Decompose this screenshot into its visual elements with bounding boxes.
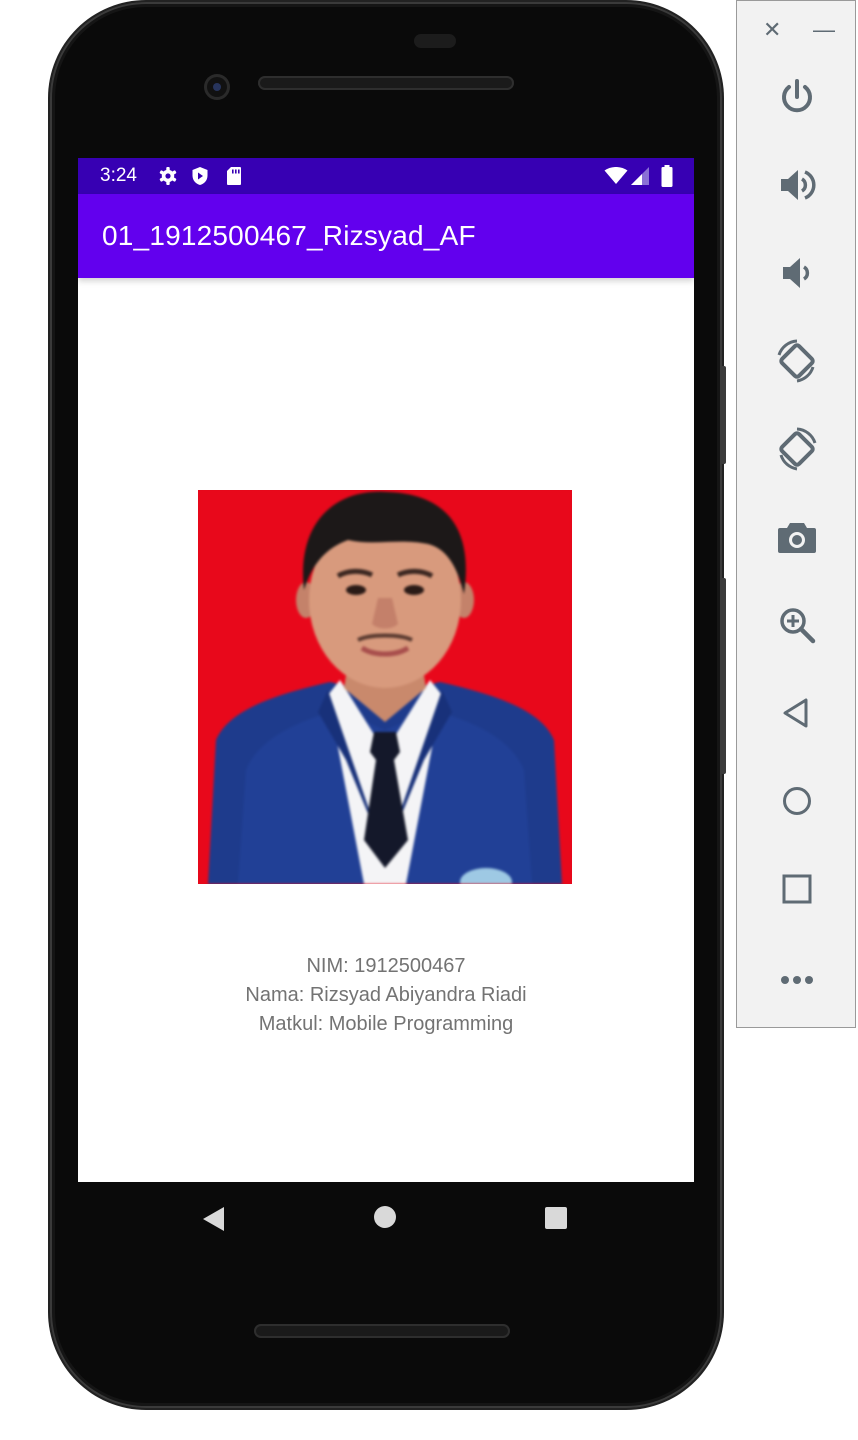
- top-speaker: [258, 76, 514, 90]
- rotate-left-button[interactable]: [773, 337, 821, 385]
- settings-icon: [159, 167, 177, 185]
- device-screen: 3:24 01_1912500467_Rizsyad_AF NIM: 19125…: [78, 158, 694, 1182]
- nim-text: NIM: 1912500467: [306, 955, 466, 977]
- emulator-toolbar: ✕ —: [736, 0, 856, 1028]
- matkul-text: Matkul: Mobile Programming: [258, 1013, 514, 1035]
- nav-recents-button[interactable]: [545, 1207, 567, 1229]
- nav-back-button[interactable]: [202, 1206, 226, 1232]
- screenshot-button[interactable]: [773, 513, 821, 561]
- status-bar: 3:24: [78, 158, 694, 194]
- more-button[interactable]: [773, 953, 821, 1001]
- bottom-speaker: [254, 1324, 510, 1338]
- status-time: 3:24: [100, 165, 137, 186]
- nama-text: Nama: Rizsyad Abiyandra Riadi: [245, 984, 527, 1006]
- volume-up-icon: [781, 170, 816, 200]
- rotate-right-icon: [779, 427, 817, 471]
- volume-down-icon: [783, 258, 810, 288]
- power-icon: [782, 79, 812, 113]
- nav-home-button[interactable]: [374, 1206, 396, 1228]
- app-title: 01_1912500467_Rizsyad_AF: [102, 220, 476, 251]
- camera-icon: [778, 523, 816, 553]
- app-bar: 01_1912500467_Rizsyad_AF: [78, 194, 694, 278]
- shield-icon: [192, 167, 208, 185]
- volume-down-button[interactable]: [773, 249, 821, 297]
- cellular-signal-icon: [631, 167, 649, 185]
- rotate-right-button[interactable]: [773, 425, 821, 473]
- wifi-icon: [604, 167, 628, 184]
- volume-side-button: [720, 366, 726, 464]
- battery-icon: [661, 165, 673, 187]
- rotate-left-icon: [777, 339, 815, 383]
- more-icon: [781, 976, 813, 984]
- zoom-button[interactable]: [773, 601, 821, 649]
- earpiece: [414, 34, 456, 48]
- overview-button[interactable]: [773, 865, 821, 913]
- power-side-button: [720, 578, 726, 774]
- sd-card-icon: [227, 167, 241, 185]
- profile-photo: [198, 490, 572, 884]
- close-button[interactable]: ✕: [763, 17, 781, 43]
- minimize-button[interactable]: —: [813, 17, 835, 43]
- volume-up-button[interactable]: [773, 161, 821, 209]
- back-icon: [783, 698, 808, 728]
- power-button[interactable]: [773, 73, 821, 121]
- back-button[interactable]: [773, 689, 821, 737]
- profile-info: NIM: 1912500467 Nama: Rizsyad Abiyandra …: [78, 952, 694, 1039]
- overview-icon: [782, 874, 812, 904]
- home-icon: [783, 787, 811, 815]
- home-button[interactable]: [773, 777, 821, 825]
- zoom-icon: [780, 608, 816, 644]
- front-camera-icon: [204, 74, 230, 100]
